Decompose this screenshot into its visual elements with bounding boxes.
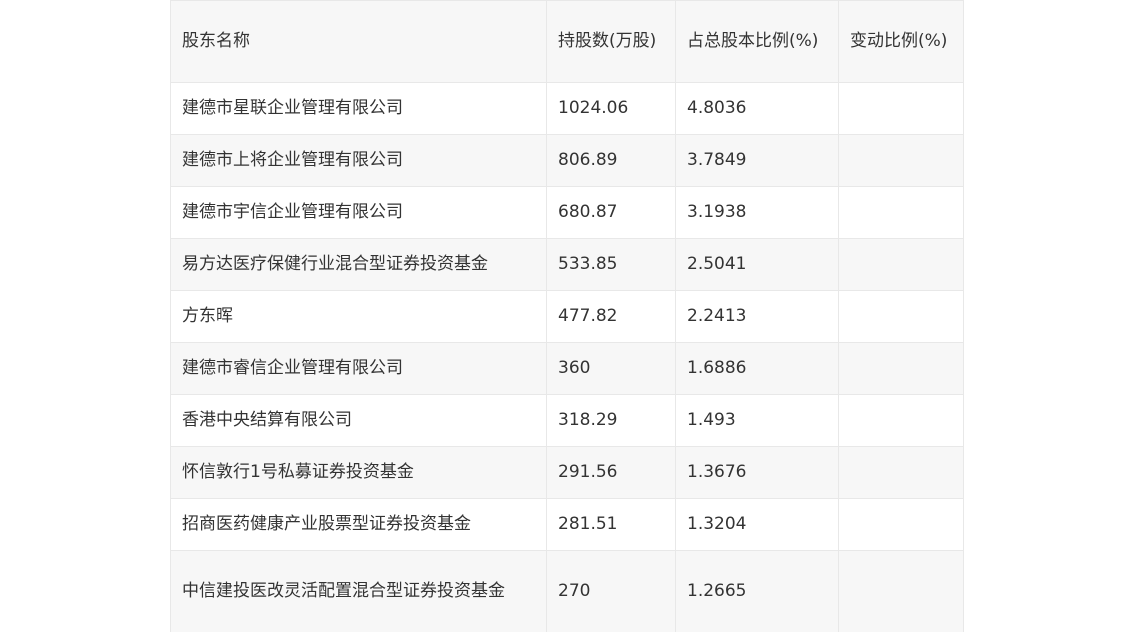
cell-share-ratio: 1.3676 — [675, 446, 839, 499]
cell-shares-held: 360 — [546, 342, 676, 395]
cell-shareholder-name: 建德市睿信企业管理有限公司 — [170, 342, 547, 395]
header-share-ratio: 占总股本比例(%) — [675, 0, 839, 83]
table-body: 建德市星联企业管理有限公司 1024.06 4.8036 建德市上将企业管理有限… — [170, 82, 964, 632]
cell-share-ratio: 2.5041 — [675, 238, 839, 291]
header-change-ratio: 变动比例(%) — [838, 0, 964, 83]
cell-change-ratio — [838, 238, 964, 291]
cell-change-ratio — [838, 290, 964, 343]
cell-shareholder-name: 方东晖 — [170, 290, 547, 343]
cell-shareholder-name: 招商医药健康产业股票型证券投资基金 — [170, 498, 547, 551]
cell-shareholder-name: 建德市宇信企业管理有限公司 — [170, 186, 547, 239]
cell-change-ratio — [838, 550, 964, 632]
cell-shareholder-name: 建德市上将企业管理有限公司 — [170, 134, 547, 187]
cell-change-ratio — [838, 82, 964, 135]
cell-shareholder-name: 易方达医疗保健行业混合型证券投资基金 — [170, 238, 547, 291]
header-shares-held: 持股数(万股) — [546, 0, 676, 83]
cell-shares-held: 477.82 — [546, 290, 676, 343]
cell-shares-held: 533.85 — [546, 238, 676, 291]
cell-shares-held: 281.51 — [546, 498, 676, 551]
shareholders-table: 股东名称 持股数(万股) 占总股本比例(%) 变动比例(%) 建德市星联企业管理… — [170, 0, 964, 632]
cell-shares-held: 318.29 — [546, 394, 676, 447]
cell-change-ratio — [838, 394, 964, 447]
table-row: 方东晖 477.82 2.2413 — [170, 290, 964, 343]
cell-share-ratio: 3.7849 — [675, 134, 839, 187]
cell-shares-held: 291.56 — [546, 446, 676, 499]
cell-shareholder-name: 香港中央结算有限公司 — [170, 394, 547, 447]
table-row: 建德市宇信企业管理有限公司 680.87 3.1938 — [170, 186, 964, 239]
cell-share-ratio: 4.8036 — [675, 82, 839, 135]
cell-share-ratio: 1.3204 — [675, 498, 839, 551]
cell-change-ratio — [838, 446, 964, 499]
table-row: 建德市上将企业管理有限公司 806.89 3.7849 — [170, 134, 964, 187]
shareholders-table-container: 股东名称 持股数(万股) 占总股本比例(%) 变动比例(%) 建德市星联企业管理… — [170, 0, 964, 632]
cell-share-ratio: 2.2413 — [675, 290, 839, 343]
table-row: 香港中央结算有限公司 318.29 1.493 — [170, 394, 964, 447]
header-row: 股东名称 持股数(万股) 占总股本比例(%) 变动比例(%) — [170, 0, 964, 83]
cell-shares-held: 270 — [546, 550, 676, 632]
table-row: 易方达医疗保健行业混合型证券投资基金 533.85 2.5041 — [170, 238, 964, 291]
cell-shares-held: 1024.06 — [546, 82, 676, 135]
table-row: 建德市星联企业管理有限公司 1024.06 4.8036 — [170, 82, 964, 135]
cell-share-ratio: 1.2665 — [675, 550, 839, 632]
cell-change-ratio — [838, 342, 964, 395]
cell-shareholder-name: 中信建投医改灵活配置混合型证券投资基金 — [170, 550, 547, 632]
cell-share-ratio: 1.493 — [675, 394, 839, 447]
cell-change-ratio — [838, 134, 964, 187]
table-row: 怀信敦行1号私募证券投资基金 291.56 1.3676 — [170, 446, 964, 499]
cell-change-ratio — [838, 498, 964, 551]
cell-share-ratio: 1.6886 — [675, 342, 839, 395]
cell-change-ratio — [838, 186, 964, 239]
cell-shareholder-name: 怀信敦行1号私募证券投资基金 — [170, 446, 547, 499]
cell-shareholder-name: 建德市星联企业管理有限公司 — [170, 82, 547, 135]
header-shareholder-name: 股东名称 — [170, 0, 547, 83]
cell-share-ratio: 3.1938 — [675, 186, 839, 239]
cell-shares-held: 806.89 — [546, 134, 676, 187]
cell-shares-held: 680.87 — [546, 186, 676, 239]
table-row: 中信建投医改灵活配置混合型证券投资基金 270 1.2665 — [170, 550, 964, 632]
table-row: 招商医药健康产业股票型证券投资基金 281.51 1.3204 — [170, 498, 964, 551]
table-row: 建德市睿信企业管理有限公司 360 1.6886 — [170, 342, 964, 395]
table-header: 股东名称 持股数(万股) 占总股本比例(%) 变动比例(%) — [170, 0, 964, 83]
